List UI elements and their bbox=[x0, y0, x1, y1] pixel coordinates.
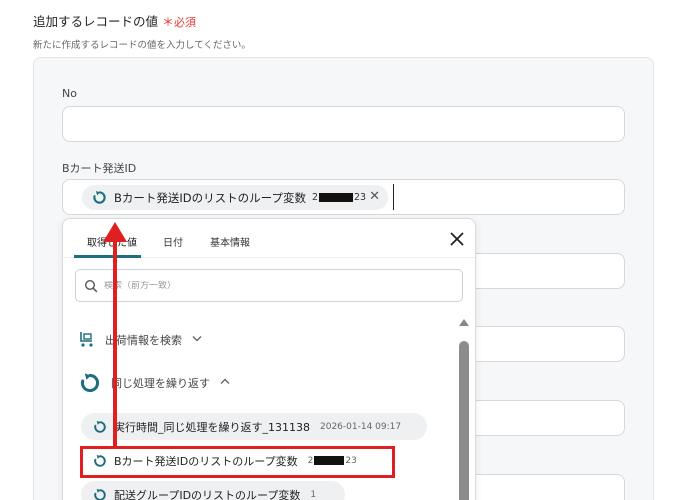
annotation-arrow bbox=[103, 222, 127, 446]
